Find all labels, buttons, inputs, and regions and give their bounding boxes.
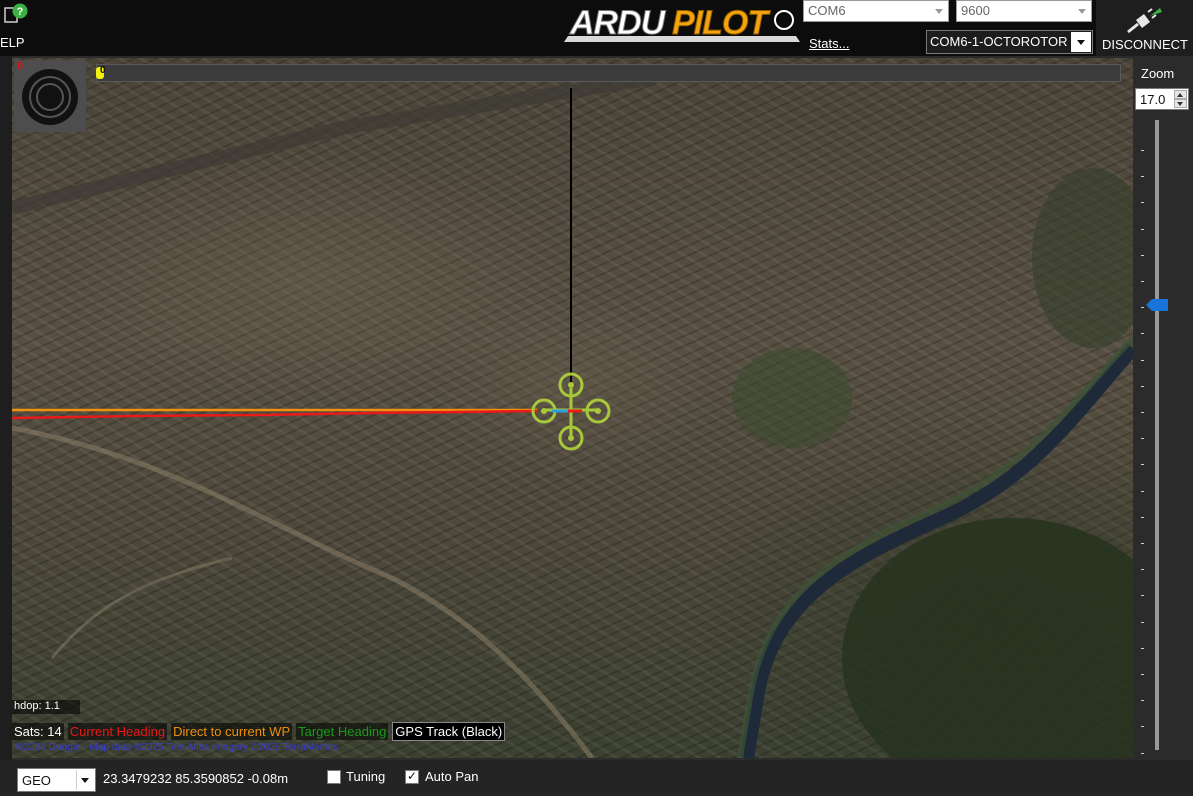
help-button[interactable]: ? ELP	[0, 0, 30, 54]
zoom-tick	[1141, 700, 1144, 702]
ardupilot-logo: ARDU PILOT	[564, 4, 800, 43]
zoom-tick	[1141, 333, 1144, 335]
stats-link[interactable]: Stats...	[809, 36, 849, 51]
tuning-label: Tuning	[346, 769, 386, 784]
road	[50, 556, 233, 659]
baud-rate-select[interactable]: 9600	[956, 0, 1092, 22]
help-label: ELP	[0, 35, 25, 50]
zoom-tick	[1141, 254, 1144, 256]
zoom-tick	[1141, 490, 1144, 492]
zoom-tick	[1141, 150, 1144, 151]
tuning-checkbox[interactable]	[327, 770, 341, 784]
svg-text:PILOT: PILOT	[672, 4, 771, 42]
zoom-tick	[1141, 307, 1144, 309]
coordinate-system-select[interactable]: GEO	[17, 768, 96, 792]
zoom-tick	[1141, 438, 1144, 440]
zoom-tick	[1141, 228, 1144, 230]
road	[12, 425, 594, 758]
zoom-up-button[interactable]	[1174, 90, 1187, 99]
zoom-tick	[1141, 543, 1144, 544]
zoom-label: Zoom	[1141, 66, 1175, 81]
zoom-tick	[1141, 176, 1144, 178]
legend-target-heading: Target Heading	[296, 722, 389, 740]
disconnect-button[interactable]: DISCONNECT	[1096, 0, 1193, 56]
legend-current-heading: Current Heading	[67, 722, 168, 740]
zoom-tick	[1141, 647, 1144, 649]
mission-progress-track[interactable]	[96, 64, 1121, 82]
zoom-value: 17.0	[1140, 92, 1166, 107]
cursor-coordinates: 23.3479232 85.3590852 -0.08m	[103, 771, 289, 786]
legend-gps-track: GPS Track (Black)	[392, 721, 506, 741]
zoom-down-button[interactable]	[1174, 99, 1187, 108]
chevron-down-icon	[935, 9, 943, 14]
chevron-down-icon	[1177, 102, 1183, 106]
zoom-tick	[1141, 464, 1144, 466]
vegetation-area	[842, 518, 1133, 758]
zoom-tick	[1141, 726, 1144, 728]
mini-hud[interactable]: 0	[14, 60, 86, 132]
zoom-spinbox[interactable]: 17.0	[1135, 88, 1189, 110]
chevron-down-icon	[81, 778, 89, 783]
autopan-label: Auto Pan	[425, 769, 479, 784]
zoom-slider-thumb[interactable]	[1146, 299, 1168, 311]
zoom-tick	[1141, 569, 1144, 571]
mission-planner-window: ? ELP ARDU PILOT COM6 9600 Stats... COM6…	[0, 0, 1193, 796]
zoom-tick	[1141, 281, 1144, 282]
vegetation-area	[732, 348, 852, 448]
map-attribution: ©2024 Google - Map data ©2025 Tele Atlas…	[16, 742, 338, 753]
status-bar: GEO 23.3479232 85.3590852 -0.08m Tuning …	[0, 760, 1193, 796]
mission-progress-value: 0	[100, 65, 106, 76]
help-icon: ?	[4, 3, 28, 23]
zoom-panel: Zoom 17.0	[1133, 58, 1193, 758]
left-panel-edge	[0, 56, 12, 760]
legend-direct-wp: Direct to current WP	[171, 722, 293, 740]
map-legend: Sats: 14 Current Heading Direct to curre…	[12, 721, 509, 741]
com-port-value: COM6	[808, 3, 846, 18]
hud-ring-icon	[22, 69, 78, 125]
plug-icon	[1127, 8, 1162, 34]
zoom-tick	[1141, 595, 1144, 597]
svg-text:ARDU: ARDU	[569, 4, 667, 42]
map-overlay	[12, 71, 1133, 758]
hud-waypoint-count: 0	[17, 60, 24, 72]
railway-track	[12, 71, 654, 215]
com-port-select[interactable]: COM6	[803, 0, 949, 22]
zoom-slider-track[interactable]	[1155, 120, 1159, 750]
zoom-tick	[1141, 674, 1144, 675]
zoom-tick	[1141, 385, 1144, 387]
current-heading-line	[12, 409, 538, 420]
hdop-readout: hdop: 1.1	[12, 700, 80, 714]
vehicle-select[interactable]: COM6-1-OCTOROTOR	[926, 30, 1093, 54]
vehicle-dropdown-toggle[interactable]	[1071, 32, 1091, 52]
top-toolbar: ? ELP ARDU PILOT COM6 9600 Stats... COM6…	[0, 0, 1193, 56]
drone-icon	[531, 372, 611, 451]
map-view[interactable]: 0 0 hdop: 1.1 Sats: 14 Current Heading D…	[12, 58, 1133, 758]
disconnect-label: DISCONNECT	[1102, 37, 1188, 52]
vehicle-value: COM6-1-OCTOROTOR	[930, 34, 1068, 49]
zoom-tick	[1141, 752, 1144, 754]
baud-rate-value: 9600	[961, 3, 990, 18]
autopan-checkbox[interactable]: ✓	[405, 769, 419, 784]
sats-readout: Sats: 14	[12, 722, 64, 740]
zoom-tick	[1141, 412, 1144, 413]
vegetation-area	[1032, 168, 1133, 348]
chevron-up-icon	[1177, 93, 1183, 97]
checkmark-icon: ✓	[407, 769, 418, 783]
svg-text:?: ?	[17, 6, 24, 18]
chevron-down-icon	[1078, 9, 1086, 14]
zoom-tick	[1141, 202, 1144, 204]
zoom-tick	[1141, 621, 1144, 623]
zoom-tick	[1141, 359, 1144, 361]
zoom-tick	[1141, 516, 1144, 518]
chevron-down-icon	[1077, 40, 1085, 45]
coordinate-dropdown-toggle[interactable]	[76, 770, 94, 790]
coordinate-system-value: GEO	[22, 773, 51, 788]
